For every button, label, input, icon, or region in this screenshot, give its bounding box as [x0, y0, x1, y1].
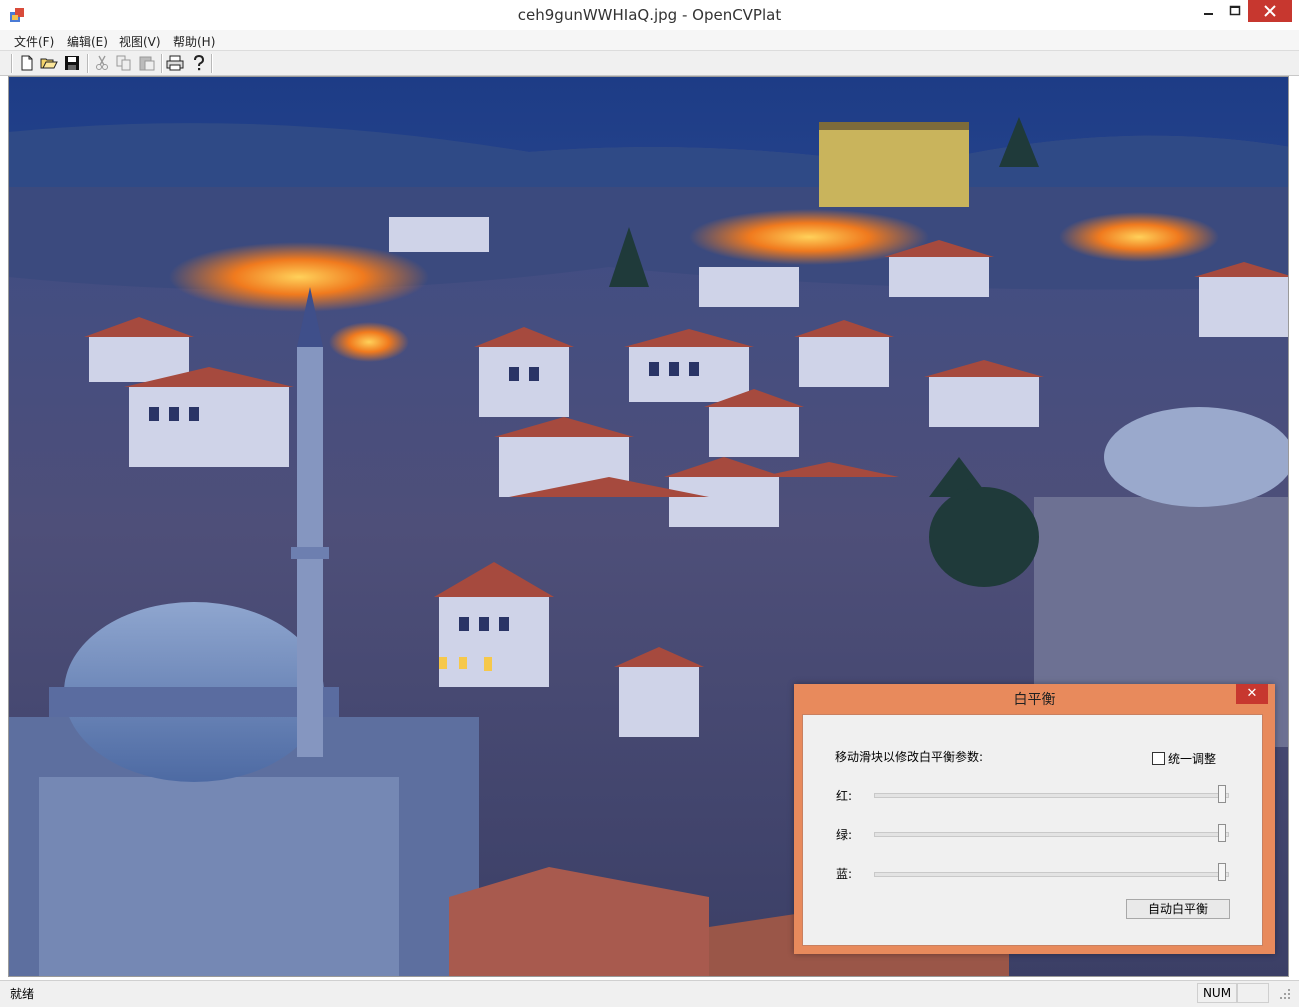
- toolbar-separator: [87, 54, 89, 73]
- paste-icon[interactable]: [138, 54, 156, 72]
- unify-adjust-checkbox[interactable]: [1152, 752, 1165, 765]
- save-icon[interactable]: [63, 54, 81, 72]
- dialog-title: 白平衡: [1013, 692, 1056, 708]
- num-lock-indicator: NUM: [1197, 983, 1237, 1003]
- open-folder-icon[interactable]: [40, 54, 58, 72]
- dialog-close-button[interactable]: ✕: [1236, 684, 1268, 704]
- red-slider-thumb[interactable]: [1218, 785, 1226, 803]
- help-icon[interactable]: [190, 54, 208, 72]
- green-slider-thumb[interactable]: [1218, 824, 1226, 842]
- red-slider-track[interactable]: [874, 793, 1229, 798]
- green-slider-label: 绿:: [836, 828, 853, 842]
- menu-file[interactable]: 文件(F): [14, 33, 54, 50]
- title-bar[interactable]: ceh9gunWWHIaQ.jpg - OpenCVPlat: [0, 0, 1299, 31]
- auto-white-balance-button[interactable]: 自动白平衡: [1126, 899, 1230, 919]
- menu-bar: 文件(F) 编辑(E) 视图(V) 帮助(H): [0, 30, 1299, 51]
- close-button[interactable]: [1248, 0, 1292, 22]
- maximize-icon: [1229, 5, 1241, 16]
- toolbar: [0, 51, 1299, 76]
- toolbar-separator: [161, 54, 163, 73]
- window-title: ceh9gunWWHIaQ.jpg - OpenCVPlat: [517, 6, 782, 24]
- status-bar: 就绪 NUM: [0, 980, 1299, 1007]
- status-pane: [1237, 983, 1269, 1003]
- minimize-button[interactable]: [1196, 0, 1222, 22]
- menu-view[interactable]: 视图(V): [119, 33, 161, 50]
- menu-edit[interactable]: 编辑(E): [67, 33, 108, 50]
- blue-slider-track[interactable]: [874, 872, 1229, 877]
- menu-help[interactable]: 帮助(H): [173, 33, 215, 50]
- toolbar-separator: [211, 54, 213, 73]
- status-text: 就绪: [10, 987, 35, 1001]
- copy-icon[interactable]: [115, 54, 133, 72]
- cut-icon[interactable]: [93, 54, 111, 72]
- white-balance-dialog: 白平衡 ✕ 移动滑块以修改白平衡参数: 统一调整 红: 绿: 蓝: 自动白平衡: [794, 684, 1275, 954]
- maximize-button[interactable]: [1222, 0, 1248, 22]
- blue-slider-label: 蓝:: [836, 867, 853, 881]
- green-slider-track[interactable]: [874, 832, 1229, 837]
- print-icon[interactable]: [166, 54, 184, 72]
- instruction-label: 移动滑块以修改白平衡参数:: [835, 750, 984, 764]
- new-file-icon[interactable]: [18, 54, 36, 72]
- toolbar-grip: [11, 54, 13, 73]
- blue-slider-thumb[interactable]: [1218, 863, 1226, 881]
- close-icon: ✕: [1246, 686, 1258, 701]
- red-slider-label: 红:: [836, 789, 853, 803]
- minimize-icon: [1204, 13, 1213, 15]
- dialog-client-area: 移动滑块以修改白平衡参数: 统一调整 红: 绿: 蓝: 自动白平衡: [802, 714, 1263, 946]
- resize-grip-icon[interactable]: [1278, 987, 1292, 1001]
- close-icon: [1264, 5, 1276, 17]
- unify-adjust-label[interactable]: 统一调整: [1168, 750, 1216, 767]
